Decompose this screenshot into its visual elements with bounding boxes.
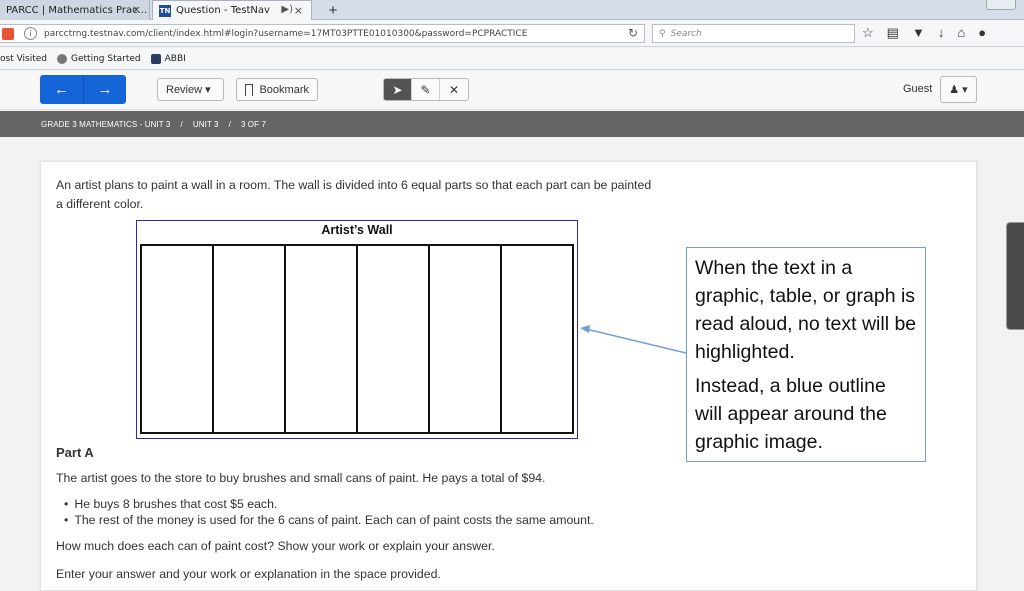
callout-text-2: Instead, a blue outline will appear arou… <box>695 375 887 453</box>
callout-text-1: When the text in a graphic, table, or gr… <box>695 257 917 363</box>
side-panel-tab[interactable] <box>1006 222 1024 330</box>
callout-box: When the text in a graphic, table, or gr… <box>686 247 926 462</box>
